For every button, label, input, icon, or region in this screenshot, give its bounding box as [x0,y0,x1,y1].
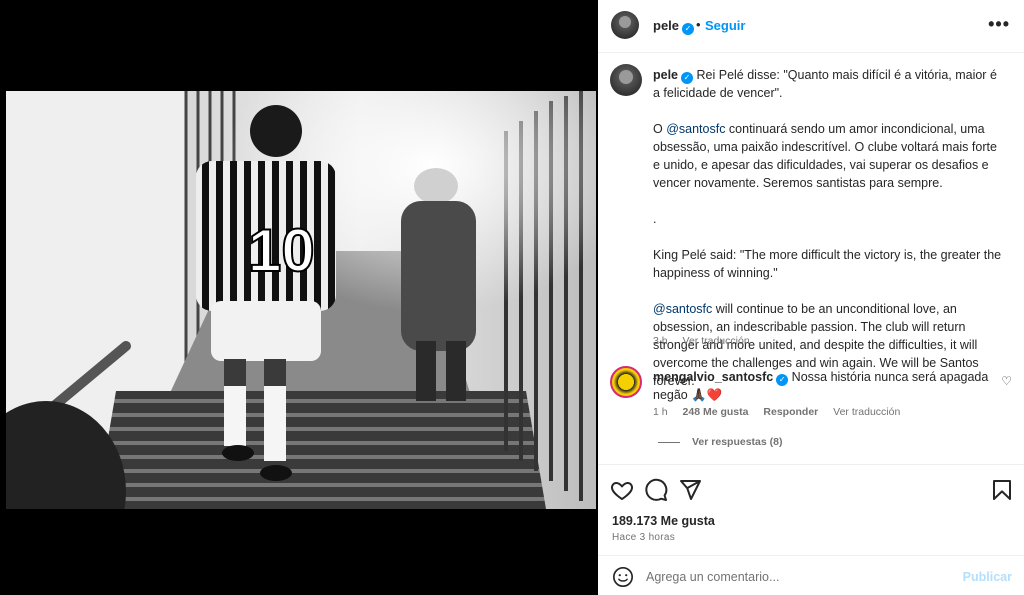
author-avatar[interactable] [611,11,639,39]
view-replies-label[interactable]: Ver respuestas (8) [692,436,782,448]
reply-button[interactable]: Responder [763,406,818,418]
comment-like-heart-icon[interactable]: ♡ [1001,374,1012,388]
replies-divider [658,441,680,443]
post-header: pele ✓ • Seguir ••• [598,0,1024,53]
mention-link[interactable]: @santosfc [666,122,725,136]
comment-item: mengalvio_santosfc ✓ Nossa história nunca… [653,368,993,404]
verified-badge-icon: ✓ [776,374,789,386]
mention-link[interactable]: @santosfc [653,302,712,316]
caption-time[interactable]: 3 h [653,335,668,347]
caption-meta: 3 h Ver traducción [653,335,762,347]
verified-badge-icon: ✓ [682,23,695,35]
comment-likes[interactable]: 248 Me gusta [683,406,749,418]
follow-button[interactable]: Seguir [705,18,745,33]
comments-section: pele ✓ Rei Pelé disse: "Quanto mais difíc… [598,54,1024,464]
send-icon[interactable] [678,478,702,502]
svg-text:10: 10 [248,217,315,284]
author-username-text[interactable]: pele [653,18,679,33]
comment-translate-link[interactable]: Ver traducción [833,406,900,418]
heart-icon[interactable] [610,478,634,502]
caption-username[interactable]: pele [653,68,678,82]
caption-translate-link[interactable]: Ver traducción [683,335,750,347]
add-comment-bar: Publicar [598,555,1024,595]
post-caption: pele ✓ Rei Pelé disse: "Quanto mais difíc… [653,66,1005,408]
commenter-avatar[interactable] [610,366,642,398]
author-username[interactable]: pele ✓ [653,18,695,35]
view-replies-button[interactable]: Ver respuestas (8) [658,436,782,448]
emoji-icon[interactable] [612,566,634,588]
post-photo[interactable]: 10 [6,91,596,509]
caption-para3: King Pelé said: "The more difficult the … [653,248,1002,280]
comment-icon[interactable] [644,478,668,502]
caption-dot: . [653,212,657,226]
comment-meta: 1 h 248 Me gusta Responder Ver traducció… [653,406,912,418]
post-timestamp[interactable]: Hace 3 horas [612,532,675,543]
post-side-panel: pele ✓ • Seguir ••• pele ✓ Rei Pelé disse:… [598,0,1024,595]
photo-image: 10 [6,91,596,509]
post-actions: 189.173 Me gusta Hace 3 horas [598,464,1024,555]
verified-badge-icon: ✓ [681,72,694,84]
comment-time[interactable]: 1 h [653,406,668,418]
comment-input[interactable] [646,566,946,588]
commenter-username[interactable]: mengalvio_santosfc [653,370,773,384]
caption-para1: Rei Pelé disse: "Quanto mais difícil é a… [653,68,997,100]
header-separator: • [696,17,701,32]
more-options-icon[interactable]: ••• [988,14,1010,35]
caption-para2-prefix: O [653,122,667,136]
bookmark-icon[interactable] [990,478,1014,502]
caption-author-avatar[interactable] [610,64,642,96]
publish-button[interactable]: Publicar [963,570,1012,584]
post-media: 10 [0,0,598,595]
post-likes-count[interactable]: 189.173 Me gusta [612,514,715,528]
